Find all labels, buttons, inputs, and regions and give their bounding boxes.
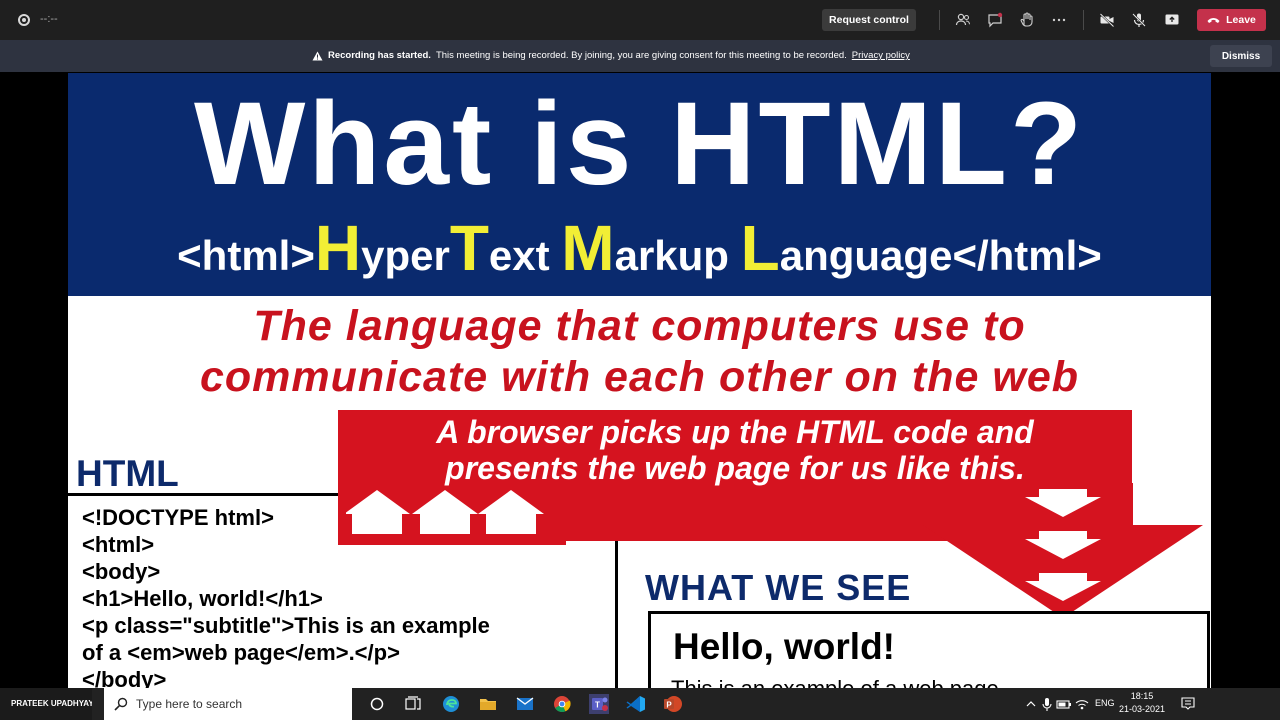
battery-icon[interactable] [1054,694,1074,714]
acronym-cap-t: T [449,212,489,284]
up-arrows-icon [346,490,544,534]
acronym-cap-m: M [561,212,615,284]
code-line: <h1>Hello, world!</h1> [82,586,323,611]
acronym-cap-l: L [740,212,780,284]
definition-line-1: The language that computers use to [253,302,1026,350]
html-definition: The language that computers use to commu… [68,301,1211,403]
svg-text:P: P [666,701,672,710]
banner-message: This meeting is being recorded. By joini… [435,50,847,61]
acronym-rest-l: anguage [779,232,953,279]
privacy-policy-link[interactable]: Privacy policy [852,50,910,61]
down-arrow-icon [923,483,1203,618]
windows-taskbar: T P ENG 18:15 21-03-2021 [92,688,1280,720]
rendered-page-preview: Hello, world! This is an example of a we… [648,611,1210,688]
what-we-see-heading: WHAT WE SEE [645,567,912,608]
share-screen-icon[interactable] [1164,12,1180,28]
code-line: of a <em>web page</em>.</p> [82,640,400,665]
cortana-icon[interactable] [367,694,387,714]
acronym-rest-m: arkup [614,232,741,279]
acronym-open-tag: <html> [177,232,315,279]
shared-slide: What is HTML? <html>HyperText Markup Lan… [68,73,1211,688]
code-line: </body> [82,667,167,688]
clock-time: 18:15 [1130,691,1154,701]
taskbar-search[interactable] [104,688,352,720]
rendered-subtitle: This is an example of a web page. [671,676,1005,688]
phone-hangup-icon [1207,18,1220,23]
file-explorer-icon[interactable] [478,694,498,714]
acronym-rest-t: ext [488,232,562,279]
recording-icon [18,14,30,26]
browser-line-2: presents the web page for us like this. [445,450,1025,486]
chat-icon[interactable] [987,12,1003,28]
dismiss-button[interactable]: Dismiss [1210,45,1272,67]
definition-line-2: communicate with each other on the web [199,353,1080,401]
powerpoint-icon[interactable]: P [663,694,683,714]
camera-off-icon[interactable] [1099,12,1115,28]
toolbar-divider [1083,10,1084,30]
teams-icon[interactable]: T [589,694,609,714]
acronym-rest-h: yper [361,232,450,279]
meeting-toolbar: --:-- Request control Leave [0,0,1280,40]
request-control-button[interactable]: Request control [822,9,916,31]
search-input[interactable] [136,697,336,711]
banner-title: Recording has started. [328,50,431,61]
code-line: <p class="subtitle">This is an example [82,613,490,638]
search-icon [114,697,128,711]
wifi-icon[interactable] [1072,694,1092,714]
slide-title: What is HTML? [193,78,1086,210]
html-code-heading: HTML [76,453,179,494]
chrome-icon[interactable] [552,694,572,714]
participants-icon[interactable] [955,12,971,28]
taskbar-clock[interactable]: 18:15 21-03-2021 [1119,690,1165,716]
clock-date: 21-03-2021 [1119,704,1166,714]
recording-banner: Recording has started. This meeting is b… [0,40,1280,72]
browser-line-1: A browser picks up the HTML code and [436,414,1034,450]
html-acronym: <html>HyperText Markup Language</html> [68,213,1211,291]
mic-off-icon[interactable] [1131,12,1147,28]
code-line: <body> [82,559,161,584]
acronym-close-tag: </html> [952,232,1102,279]
leave-label: Leave [1226,14,1256,26]
leave-button[interactable]: Leave [1197,9,1266,31]
notifications-icon[interactable] [1178,694,1198,714]
acronym-cap-h: H [314,212,362,284]
rendered-heading: Hello, world! [673,626,895,667]
input-language[interactable]: ENG [1095,698,1115,708]
raise-hand-icon[interactable] [1019,12,1035,28]
more-options-icon[interactable] [1051,12,1067,28]
slide-header-panel: What is HTML? <html>HyperText Markup Lan… [68,73,1211,296]
toolbar-divider [939,10,940,30]
edge-browser-icon[interactable] [441,694,461,714]
svg-text:T: T [595,701,600,710]
task-view-icon[interactable] [403,694,423,714]
meeting-timer: --:-- [40,13,58,25]
mail-icon[interactable] [515,694,535,714]
warning-icon [312,51,323,60]
presenter-name: PRATEEK UPADHYAY [0,688,92,720]
vscode-icon[interactable] [626,694,646,714]
